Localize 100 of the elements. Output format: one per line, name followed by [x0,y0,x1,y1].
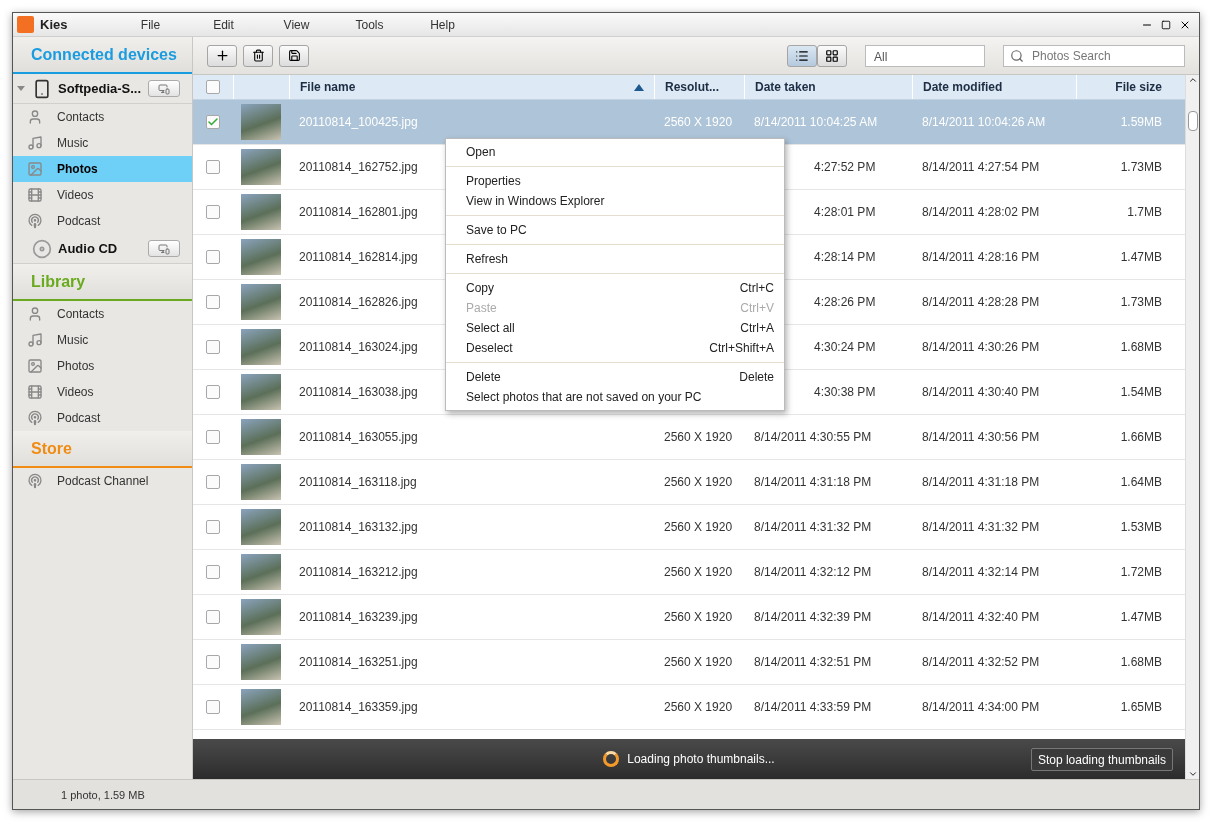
context-menu-item[interactable]: Copy Ctrl+C [446,278,784,298]
row-checkbox[interactable] [206,610,220,624]
date-modified-cell: 8/14/2011 4:32:40 PM [922,610,1040,624]
sidebar-item[interactable]: Music [13,327,192,353]
sidebar-item-label: Podcast [57,214,101,228]
scroll-up-icon[interactable] [1187,75,1198,85]
trash-icon [251,49,265,62]
device-icon [158,82,170,95]
resolution-cell: 2560 X 1920 [664,475,733,489]
column-header[interactable]: Date modified [912,75,1076,99]
column-header[interactable]: File size [1076,75,1172,99]
date-taken-cell: 8/14/2011 4:30:55 PM [754,430,872,444]
row-checkbox[interactable] [206,115,220,129]
row-checkbox[interactable] [206,475,220,489]
music-icon [27,332,43,348]
save-button[interactable] [279,44,309,67]
date-modified-cell: 8/14/2011 4:30:26 PM [922,340,1040,354]
context-menu-item[interactable]: Select all Ctrl+A [446,318,784,338]
disconnect-button[interactable] [148,80,180,97]
view-mode-button[interactable] [817,44,847,67]
menu-item[interactable]: Tools [333,17,406,32]
menu-item[interactable]: File [114,17,187,32]
stop-loading-button[interactable]: Stop loading thumbnails [1030,748,1173,771]
expand-caret-icon[interactable] [17,86,25,91]
row-checkbox[interactable] [206,250,220,264]
file-size-cell: 1.68MB [1120,655,1162,669]
sidebar-item[interactable]: Photos [13,353,192,379]
column-header[interactable]: File name [289,75,654,99]
column-header[interactable]: Date taken [744,75,912,99]
picture-icon [27,358,43,374]
app-logo-icon [17,16,34,33]
row-checkbox[interactable] [206,385,220,399]
file-size-cell: 1.47MB [1120,250,1162,264]
sidebar-item[interactable]: Videos [13,379,192,405]
sidebar-item[interactable]: Photos [13,156,192,182]
scroll-thumb[interactable] [1187,111,1198,131]
maximize-icon[interactable] [1161,19,1171,30]
file-name-cell: 20110814_163038.jpg [299,385,418,399]
sort-ascending-icon [634,83,644,91]
sidebar-item[interactable]: Podcast [13,208,192,234]
context-menu-item[interactable]: Properties [446,171,784,191]
context-menu-item[interactable]: Save to PC [446,220,784,240]
sidebar-item[interactable]: Podcast Channel [13,468,192,494]
context-menu-item[interactable]: Refresh [446,249,784,269]
menu-item[interactable]: View [260,17,333,32]
photo-thumbnail [241,689,281,725]
device-row[interactable]: Softpedia-S... [13,74,192,104]
file-name-cell: 20110814_100425.jpg [299,115,418,129]
delete-button[interactable] [243,44,273,67]
photo-thumbnail [241,374,281,410]
context-menu-item[interactable]: View in Windows Explorer [446,191,784,211]
file-name-cell: 20110814_163118.jpg [299,475,417,489]
row-checkbox[interactable] [206,565,220,579]
disconnect-button[interactable] [148,240,180,257]
file-name-cell: 20110814_162801.jpg [299,205,418,219]
row-checkbox[interactable] [206,520,220,534]
column-header[interactable]: Resolut... [654,75,744,99]
add-button[interactable] [207,44,237,67]
resolution-cell: 2560 X 1920 [664,700,733,714]
search-field[interactable]: Photos Search [1003,44,1185,67]
sidebar-item-label: Music [57,333,89,347]
plus-icon [214,48,230,63]
sidebar-item[interactable]: Contacts [13,104,192,130]
row-checkbox[interactable] [206,205,220,219]
row-checkbox[interactable] [206,655,220,669]
list-view-icon [795,48,809,63]
sidebar-item[interactable]: Music [13,130,192,156]
podcast-icon [27,213,43,229]
filter-dropdown[interactable]: All [865,44,985,67]
context-menu-item[interactable]: Open [446,142,784,162]
sidebar-item[interactable]: Podcast [13,405,192,431]
disc-icon [32,238,52,259]
row-checkbox[interactable] [206,160,220,174]
photo-thumbnail [241,284,281,320]
row-checkbox[interactable] [206,295,220,309]
row-checkbox[interactable] [206,700,220,714]
photo-thumbnail [241,509,281,545]
row-checkbox[interactable] [206,430,220,444]
resolution-cell: 2560 X 1920 [664,610,733,624]
menu-item[interactable]: Edit [187,17,260,32]
context-menu-item[interactable]: Deselect Ctrl+Shift+A [446,338,784,358]
context-menu-item[interactable]: Delete Delete [446,367,784,387]
date-taken-cell: 8/14/2011 4:31:32 PM [754,520,872,534]
picture-icon [27,161,43,177]
file-name-cell: 20110814_163359.jpg [299,700,418,714]
view-mode-button[interactable] [787,44,817,67]
sidebar-item[interactable]: Videos [13,182,192,208]
menu-item[interactable]: Help [406,17,479,32]
file-size-cell: 1.64MB [1120,475,1162,489]
date-taken-cell: 4:28:14 PM [814,250,876,264]
context-menu-item[interactable]: Select photos that are not saved on your PC [446,387,784,407]
device-name: Softpedia-S... [58,81,142,96]
row-checkbox[interactable] [206,340,220,354]
date-modified-cell: 8/14/2011 4:30:40 PM [922,385,1040,399]
date-modified-cell: 8/14/2011 4:34:00 PM [922,700,1040,714]
date-modified-cell: 8/14/2011 4:31:18 PM [922,475,1040,489]
sidebar-item[interactable]: Contacts [13,301,192,327]
select-all-checkbox[interactable] [206,80,220,94]
scroll-down-icon[interactable] [1187,769,1198,779]
file-name-cell: 20110814_163251.jpg [299,655,418,669]
